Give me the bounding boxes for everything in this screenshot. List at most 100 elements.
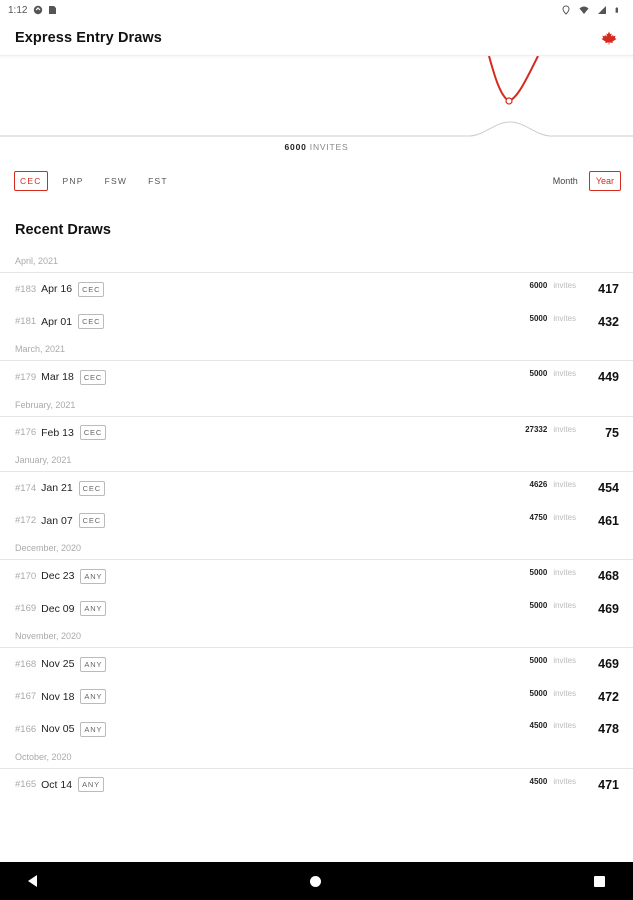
- filter-fst[interactable]: FST: [142, 171, 174, 191]
- draw-row[interactable]: #170 Dec 23 ANY 5000 invites 468: [0, 560, 633, 593]
- draw-invites-count: 5000: [529, 369, 548, 378]
- signal-icon: [598, 6, 606, 14]
- draw-row[interactable]: #176 Feb 13 CEC 27332 invites 75: [0, 417, 633, 450]
- draw-invites-count: 5000: [529, 313, 548, 323]
- chart-highlight-value: 6000: [284, 142, 307, 152]
- chart-highlight-unit: INVITES: [309, 142, 349, 152]
- period-year[interactable]: Year: [588, 171, 621, 191]
- draw-date: Oct 14: [41, 778, 73, 791]
- draw-row[interactable]: #181 Apr 01 CEC 5000 invites 432: [0, 306, 633, 339]
- draw-type-badge: ANY: [80, 601, 107, 617]
- draw-invites-count: 5000: [529, 600, 548, 610]
- draw-crs-score: 449: [598, 370, 619, 384]
- draw-number: #167: [15, 691, 37, 703]
- draw-date: Jan 21: [41, 482, 73, 495]
- month-header: April, 2021: [0, 250, 633, 273]
- draw-row[interactable]: #168 Nov 25 ANY 5000 invites 469: [0, 648, 633, 681]
- draw-crs-score: 472: [598, 689, 619, 704]
- draw-number: #181: [15, 316, 37, 328]
- draw-invites: 4626 invites: [530, 480, 576, 489]
- battery-icon: [615, 7, 618, 13]
- draw-type-badge: CEC: [79, 369, 107, 385]
- draw-date: Mar 18: [41, 371, 74, 384]
- draw-row[interactable]: #183 Apr 16 CEC 6000 invites 417: [0, 273, 633, 306]
- draw-invites-label: invites: [553, 424, 576, 434]
- period-toggle: Month Year: [542, 171, 621, 191]
- draw-number: #176: [15, 427, 37, 439]
- draw-row[interactable]: #174 Jan 21 CEC 4626 invites 454: [0, 472, 633, 505]
- draw-invites-label: invites: [553, 776, 576, 786]
- chart-volume-area: [0, 121, 633, 137]
- back-icon[interactable]: [28, 875, 37, 887]
- app-bar: Express Entry Draws: [0, 20, 633, 56]
- draw-list: April, 2021 #183 Apr 16 CEC 6000 invites 417 #1…: [0, 250, 633, 801]
- draw-invites-count: 4500: [529, 721, 548, 730]
- draw-crs-score: 461: [598, 513, 619, 528]
- draw-invites-label: invites: [553, 656, 576, 665]
- system-nav-bar: [0, 862, 633, 900]
- home-icon[interactable]: [310, 875, 321, 887]
- period-month[interactable]: Month: [546, 171, 585, 191]
- draw-invites-count: 5000: [529, 688, 548, 698]
- draw-invites: 5000 invites: [530, 656, 576, 665]
- draw-number: #170: [15, 570, 37, 582]
- month-header: January, 2021: [0, 449, 633, 472]
- draw-row[interactable]: #167 Nov 18 ANY 5000 invites 472: [0, 681, 633, 714]
- draw-row[interactable]: #169 Dec 09 ANY 5000 invites 469: [0, 593, 633, 626]
- draw-number: #166: [15, 723, 37, 735]
- draw-invites-label: invites: [553, 480, 576, 489]
- draw-type-badge: ANY: [80, 568, 107, 584]
- draw-date: Apr 16: [41, 283, 73, 296]
- draw-number: #165: [15, 779, 37, 791]
- draw-date: Jan 07: [41, 514, 73, 527]
- status-time: 1:12: [8, 4, 28, 16]
- draw-date: Apr 01: [41, 315, 73, 328]
- draw-number: #169: [15, 603, 37, 615]
- draw-invites-label: invites: [553, 568, 576, 577]
- draw-crs-score: 432: [598, 314, 619, 329]
- draw-number: #174: [15, 482, 37, 494]
- draw-invites: 5000 invites: [530, 601, 576, 610]
- chart-highlight-point: [505, 97, 513, 105]
- draw-crs-score: 478: [598, 722, 619, 736]
- filter-cec[interactable]: CEC: [14, 171, 48, 191]
- draw-invites: 5000 invites: [530, 568, 576, 577]
- draw-invites-label: invites: [553, 369, 576, 378]
- recents-icon[interactable]: [594, 875, 605, 887]
- wifi-icon: [579, 6, 589, 14]
- filter-fsw[interactable]: FSW: [99, 171, 133, 191]
- draw-crs-score: 75: [605, 425, 619, 440]
- draw-chart: [0, 56, 633, 137]
- draw-type-badge: CEC: [78, 480, 105, 496]
- draw-invites: 6000 invites: [530, 281, 576, 290]
- draw-invites-label: invites: [553, 313, 576, 323]
- draw-invites: 4500 invites: [530, 721, 576, 730]
- draw-number: #172: [15, 515, 37, 527]
- filter-pnp[interactable]: PNP: [57, 171, 90, 191]
- status-bar: 1:12: [0, 0, 633, 20]
- draw-row[interactable]: #172 Jan 07 CEC 4750 invites 461: [0, 505, 633, 538]
- filter-bar: CEC PNP FSW FST Month Year: [14, 170, 621, 192]
- draw-type-badge: CEC: [79, 425, 107, 441]
- draw-invites-label: invites: [553, 721, 576, 730]
- draw-number: #183: [15, 283, 37, 295]
- draw-invites-count: 27332: [525, 424, 548, 434]
- draw-date: Nov 05: [41, 723, 75, 736]
- draw-invites-label: invites: [553, 512, 576, 522]
- draw-row[interactable]: #165 Oct 14 ANY 4500 invites 471: [0, 769, 633, 802]
- draw-invites-count: 5000: [529, 568, 548, 577]
- draw-crs-score: 469: [598, 657, 619, 671]
- chart-series-line: [488, 56, 539, 103]
- draw-invites-label: invites: [553, 600, 576, 610]
- draw-invites-count: 5000: [529, 656, 548, 665]
- draw-number: #168: [15, 658, 37, 670]
- draw-row[interactable]: #179 Mar 18 CEC 5000 invites 449: [0, 361, 633, 394]
- draw-invites: 5000 invites: [530, 689, 576, 698]
- draw-crs-score: 468: [598, 569, 619, 583]
- month-header: December, 2020: [0, 537, 633, 560]
- draw-crs-score: 469: [598, 601, 619, 616]
- draw-crs-score: 417: [598, 282, 619, 296]
- draw-row[interactable]: #166 Nov 05 ANY 4500 invites 478: [0, 713, 633, 746]
- draw-invites-count: 4626: [529, 480, 548, 489]
- draw-invites-count: 4500: [529, 776, 548, 786]
